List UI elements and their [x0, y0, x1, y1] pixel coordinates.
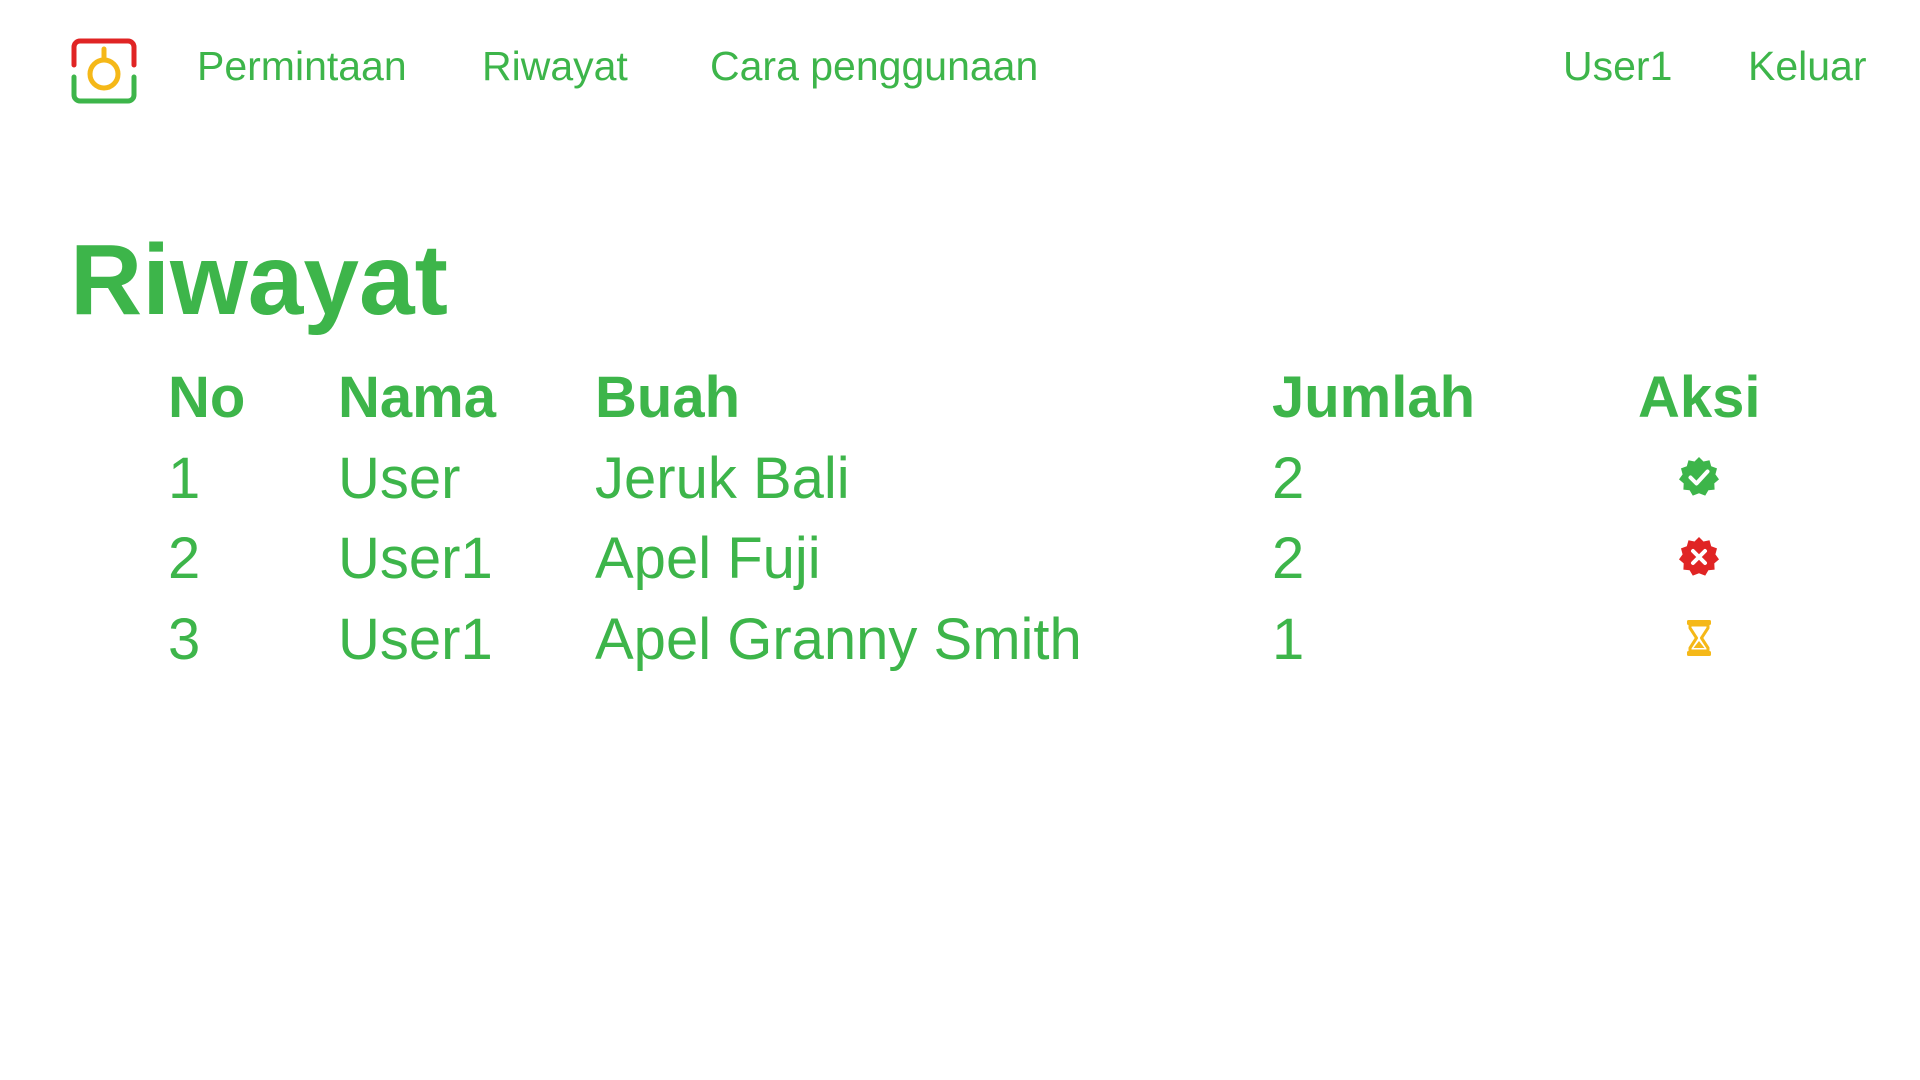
check-badge-icon[interactable]	[1677, 455, 1721, 499]
table-cell-no: 1	[168, 446, 201, 511]
nav-user-name[interactable]: User1	[1563, 40, 1672, 92]
navbar: Permintaan Riwayat Cara penggunaan User1…	[0, 0, 1920, 132]
column-header-buah: Buah	[595, 365, 740, 430]
column-header-nama: Nama	[338, 365, 496, 430]
column-header-no: No	[168, 365, 246, 430]
table-cell-nama: User1	[338, 526, 493, 591]
column-header-jumlah: Jumlah	[1272, 365, 1476, 430]
table-cell-no: 2	[168, 526, 201, 591]
table-cell-jumlah: 1	[1272, 607, 1305, 672]
history-table: No Nama Buah Jumlah Aksi 1 User Jeruk Ba…	[0, 0, 1920, 1080]
page-title: Riwayat	[70, 224, 448, 336]
nav-link-riwayat[interactable]: Riwayat	[482, 40, 628, 92]
hourglass-icon[interactable]	[1677, 616, 1721, 660]
table-cell-jumlah: 2	[1272, 446, 1305, 511]
x-badge-icon[interactable]	[1677, 535, 1721, 579]
app-logo[interactable]	[70, 37, 138, 105]
table-cell-jumlah: 2	[1272, 526, 1305, 591]
column-header-aksi: Aksi	[1638, 365, 1761, 430]
table-cell-nama: User1	[338, 607, 493, 672]
table-cell-no: 3	[168, 607, 201, 672]
table-cell-buah: Jeruk Bali	[595, 446, 850, 511]
table-cell-nama: User	[338, 446, 461, 511]
logout-link[interactable]: Keluar	[1748, 40, 1867, 92]
table-cell-buah: Apel Granny Smith	[595, 607, 1082, 672]
nav-link-cara-penggunaan[interactable]: Cara penggunaan	[710, 40, 1038, 92]
nav-link-permintaan[interactable]: Permintaan	[197, 40, 407, 92]
table-cell-buah: Apel Fuji	[595, 526, 821, 591]
